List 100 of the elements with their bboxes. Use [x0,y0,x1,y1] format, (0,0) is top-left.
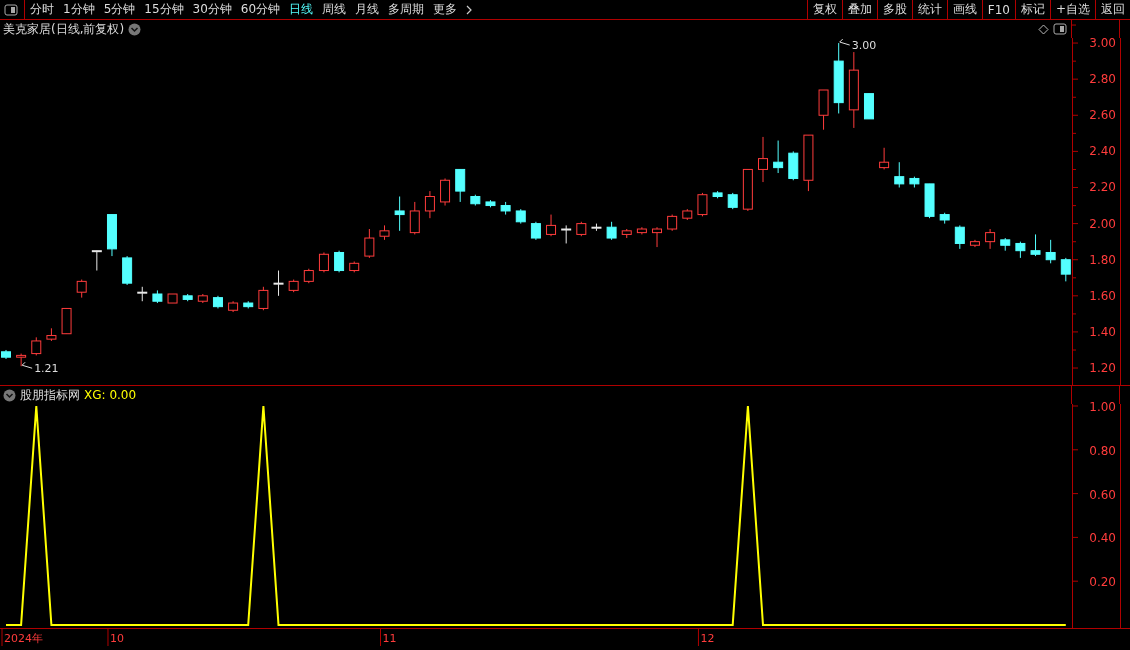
candlestick [621,228,632,239]
period-tab[interactable]: 周线 [322,1,347,18]
axis-label: 1.20 [1089,361,1116,376]
period-tab[interactable]: 月线 [355,1,380,18]
candlestick [985,228,996,250]
period-tab[interactable]: 日线 [289,1,314,18]
candlestick [485,199,496,208]
candlestick [561,224,572,244]
candlestick [470,194,481,207]
period-tab[interactable]: 分时 [30,1,54,18]
candlestick [697,192,708,217]
candlestick [91,250,102,272]
candlestick [803,134,814,192]
candlestick [212,295,223,309]
date-label: 10 [110,632,124,645]
candlestick [16,353,27,367]
candlestick [1045,239,1056,264]
period-tab[interactable]: 多周期 [388,1,425,18]
axis-label: 1.60 [1089,288,1116,303]
candlestick [546,214,557,237]
candlestick [228,300,239,313]
leader-line [21,361,33,369]
axis-label: 0.20 [1089,575,1116,590]
leader-line [839,38,851,46]
date-label: 12 [700,632,715,645]
date-label: 11 [382,632,397,645]
candlestick [455,168,466,203]
candlestick [288,279,299,293]
axis-label: 1.00 [1089,400,1116,414]
diamond-icon[interactable] [1038,23,1050,35]
candlestick [61,307,72,335]
axis-label: 0.40 [1089,531,1116,546]
candlestick [46,327,57,342]
more-tab[interactable]: 更多 [433,1,458,18]
candlestick [349,261,360,273]
dropdown-icon[interactable] [3,388,16,402]
candlestick [788,150,799,181]
period-tab[interactable]: 1分钟 [63,1,95,18]
candlestick [152,289,163,304]
candlestick [773,140,784,174]
candlestick [273,270,284,297]
candlestick [197,293,208,304]
candlestick [258,286,269,311]
candlestick [909,176,920,188]
candlestick [167,293,178,304]
price-annotation: 1.21 [34,362,59,376]
candlestick [424,190,435,219]
candlestick [969,239,980,248]
candlestick [712,190,723,199]
candlestick [440,177,451,207]
date-label: 2024年 [4,632,43,645]
candlestick [576,221,587,237]
period-tab[interactable]: 5分钟 [103,1,136,18]
axis-label: 2.40 [1089,144,1116,159]
candlestick [107,214,117,257]
period-tab[interactable]: 30分钟 [192,1,232,18]
candlestick [833,42,844,114]
candlestick [530,221,541,241]
candlestick [394,196,405,232]
candlestick [879,147,890,170]
candlestick [76,279,87,299]
axis-label: 2.80 [1089,72,1116,87]
dropdown-icon[interactable] [128,22,142,36]
axis-label: 1.80 [1089,252,1116,267]
axis-label: 2.20 [1089,180,1116,195]
candlestick [1015,241,1026,259]
chart-title: 美克家居(日线,前复权) [3,20,125,38]
candlestick [318,252,329,273]
candlestick [667,214,678,232]
price-annotation: 3.00 [851,39,877,53]
candlestick [515,208,526,225]
candlestick [1030,233,1041,257]
candlestick [122,255,133,286]
candlestick [364,228,375,259]
candlestick [334,250,345,273]
candlestick [31,336,42,356]
candlestick [379,224,390,241]
indicator-title: 股朋指标网 [20,386,80,404]
period-tab[interactable]: 15分钟 [144,1,184,18]
candlestick [182,293,193,302]
candlestick [924,183,935,219]
candlestick [652,226,662,248]
axis-label: 2.60 [1089,108,1116,123]
candlestick [894,161,905,188]
candlestick [606,221,617,241]
indicator-reading: XG: 0.00 [84,388,137,402]
axis-label: 0.80 [1089,443,1116,458]
candlestick [243,300,254,309]
panel-toggle-icon[interactable] [4,3,18,16]
candlestick [742,168,753,212]
candlestick [954,224,965,250]
candlestick [137,286,148,302]
candlestick [864,93,874,120]
candlestick [636,226,647,235]
panel-toggle-icon[interactable] [1053,23,1068,35]
period-tab[interactable]: 60分钟 [240,1,281,18]
candlestick [1060,257,1071,282]
chevron-right-icon[interactable] [466,4,473,15]
candlestick [758,136,768,183]
candlestick [1,349,11,360]
